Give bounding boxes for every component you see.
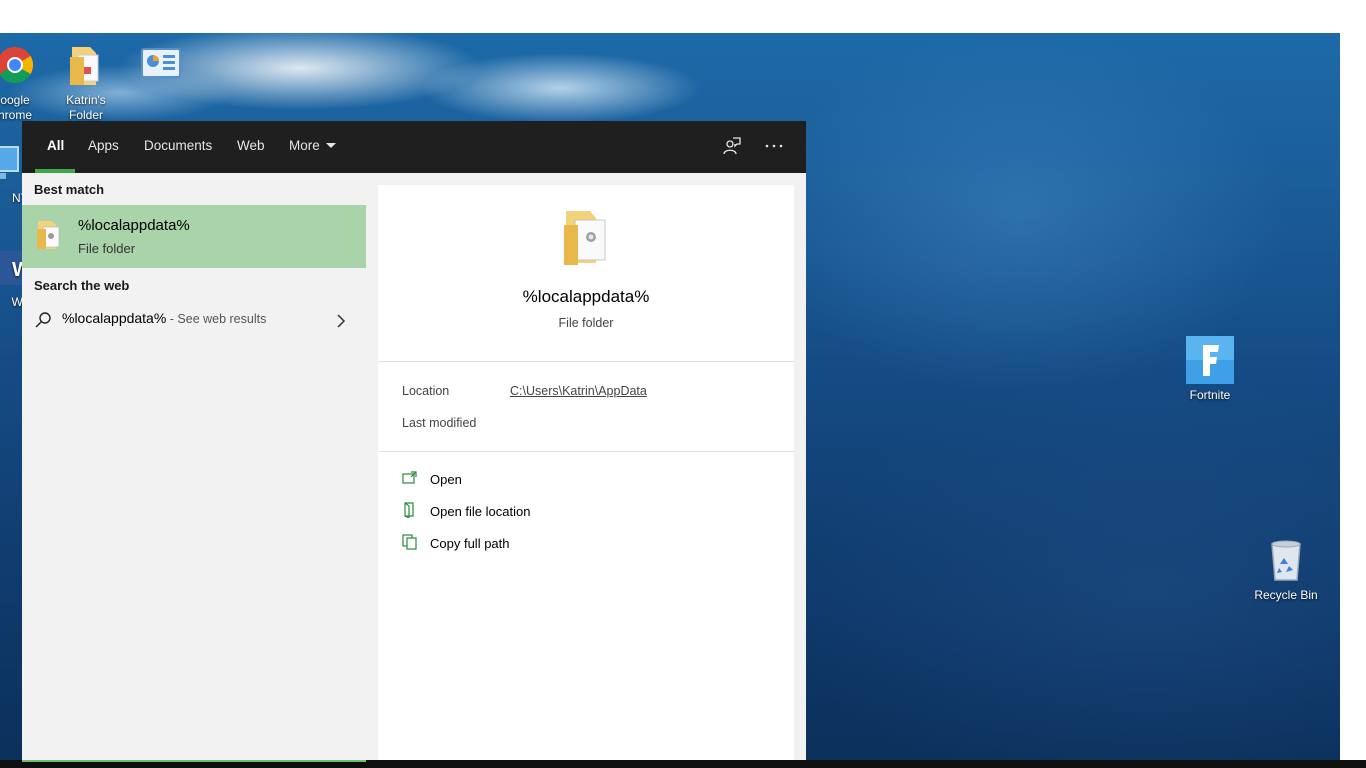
web-result-query: %localappdata% bbox=[62, 310, 167, 326]
copy-path-icon bbox=[402, 534, 418, 550]
location-link[interactable]: C:\Users\Katrin\AppData bbox=[510, 384, 647, 398]
desktop-icon-recycle-bin[interactable]: Recycle Bin bbox=[1246, 536, 1326, 603]
tab-all[interactable]: All bbox=[47, 138, 64, 153]
best-match-result[interactable]: %localappdata% File folder bbox=[22, 205, 366, 268]
control-panel-icon bbox=[137, 41, 185, 89]
recycle-bin-icon bbox=[1262, 536, 1310, 584]
preview-title: %localappdata% bbox=[522, 287, 650, 306]
folder-icon bbox=[62, 41, 110, 89]
desktop-icon-katrins-folder[interactable]: Katrin's Folder bbox=[46, 41, 126, 123]
feedback-icon[interactable] bbox=[721, 135, 743, 157]
open-action[interactable]: Open bbox=[402, 468, 762, 492]
file-location-icon bbox=[402, 502, 418, 519]
word-icon: W bbox=[0, 243, 31, 291]
tab-more-label: More bbox=[289, 138, 320, 153]
desktop-icon-control-panel[interactable] bbox=[121, 41, 201, 93]
preview-subtitle: File folder bbox=[558, 316, 614, 330]
open-file-location-label: Open file location bbox=[430, 504, 531, 519]
copy-full-path-label: Copy full path bbox=[430, 536, 510, 551]
best-match-heading: Best match bbox=[34, 182, 105, 197]
chrome-icon bbox=[0, 41, 39, 89]
chevron-right-icon bbox=[334, 313, 348, 328]
best-match-subtitle: File folder bbox=[78, 241, 136, 256]
desktop-icon-fortnite[interactable]: Fortnite bbox=[1170, 336, 1250, 403]
search-tab-bar: All Apps Documents Web More bbox=[22, 121, 806, 173]
desktop-icon-label: Fortnite bbox=[1189, 388, 1231, 402]
tab-web[interactable]: Web bbox=[237, 138, 265, 153]
desktop-icon-label: Katrin's bbox=[66, 93, 106, 107]
chevron-down-icon bbox=[325, 143, 336, 148]
tab-documents[interactable]: Documents bbox=[144, 138, 212, 153]
location-label: Location bbox=[402, 384, 450, 398]
search-web-heading: Search the web bbox=[34, 278, 130, 293]
divider bbox=[378, 361, 794, 362]
fortnite-icon bbox=[1186, 336, 1234, 384]
search-box-indicator bbox=[22, 760, 366, 762]
tab-apps[interactable]: Apps bbox=[88, 138, 119, 153]
divider bbox=[378, 451, 794, 452]
open-action-label: Open bbox=[430, 472, 462, 487]
folder-preview-icon bbox=[562, 209, 610, 267]
open-icon bbox=[402, 470, 418, 486]
results-list: Best match %localappdata% File folder Se… bbox=[22, 173, 366, 761]
more-options-icon[interactable] bbox=[763, 135, 785, 157]
computer-icon bbox=[0, 139, 24, 187]
tab-more[interactable]: More bbox=[289, 138, 336, 153]
desktop-icon-label: Recycle Bin bbox=[1254, 588, 1318, 602]
copy-full-path-action[interactable]: Copy full path bbox=[402, 532, 762, 556]
search-panel: All Apps Documents Web More Best match %… bbox=[22, 121, 806, 761]
best-match-title: %localappdata% bbox=[78, 217, 190, 234]
web-result-hint: - See web results bbox=[166, 312, 267, 326]
last-modified-label: Last modified bbox=[402, 416, 477, 430]
open-file-location-action[interactable]: Open file location bbox=[402, 500, 762, 524]
folder-icon bbox=[36, 219, 64, 251]
web-result[interactable]: %localappdata% - See web results bbox=[22, 306, 366, 334]
search-icon bbox=[34, 311, 52, 329]
preview-pane: %localappdata% File folder Location C:\U… bbox=[378, 185, 794, 761]
